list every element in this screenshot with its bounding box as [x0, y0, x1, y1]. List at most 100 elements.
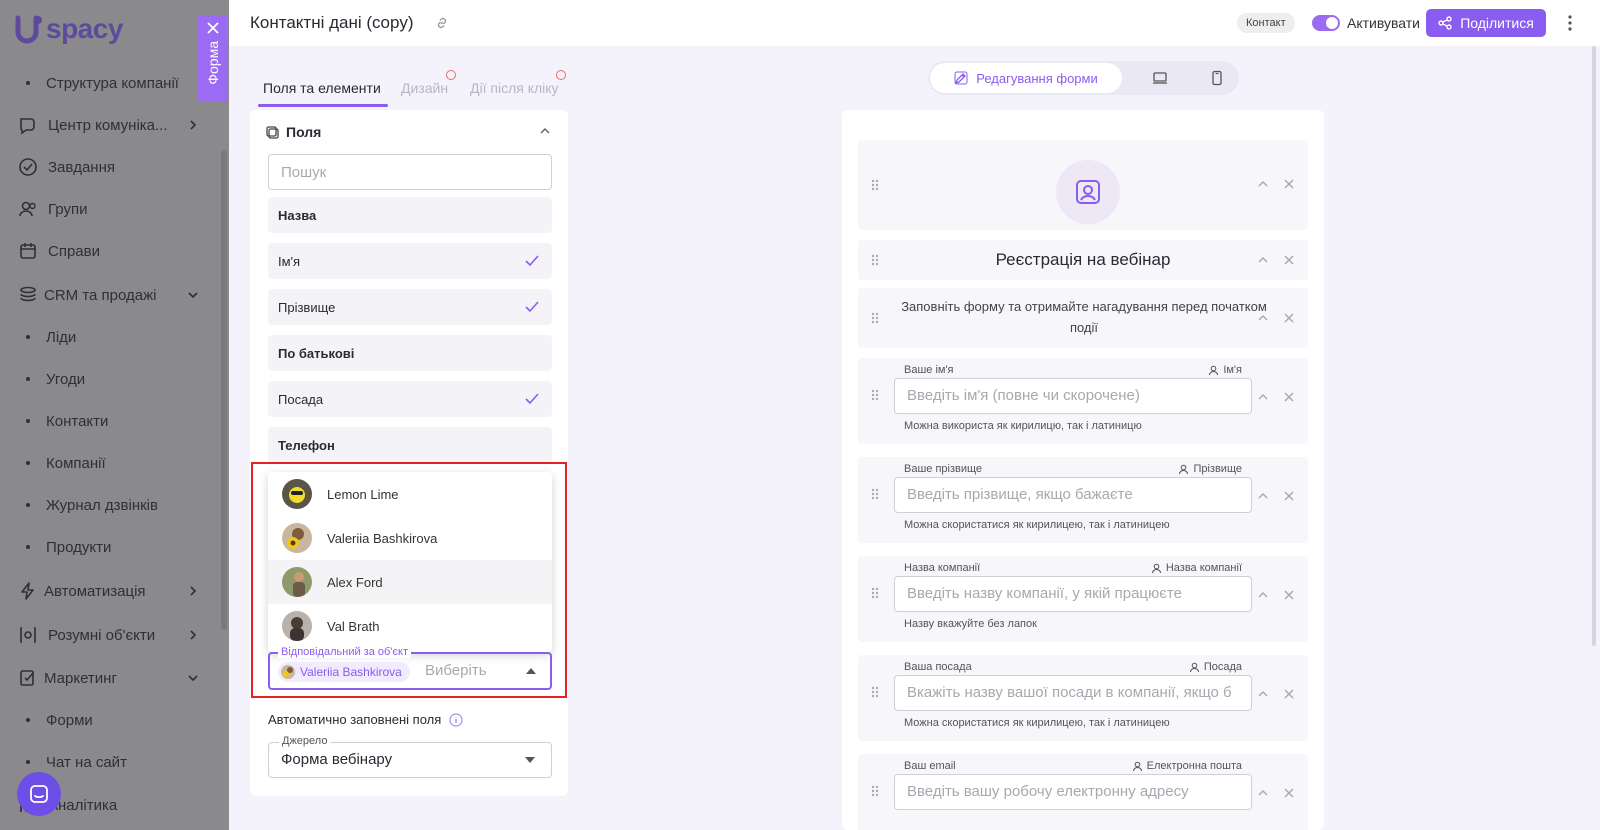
- close-icon[interactable]: [1282, 588, 1296, 602]
- activate-toggle[interactable]: [1312, 15, 1340, 31]
- selected-user-chip[interactable]: Valeriia Bashkirova: [278, 662, 410, 682]
- canvas-scrollbar[interactable]: [1592, 46, 1596, 646]
- dropdown-option-hovered[interactable]: Alex Ford: [268, 560, 552, 604]
- tab-fields-elements[interactable]: Поля та елементи: [263, 80, 381, 96]
- sidebar-item-companies[interactable]: Компанії: [0, 448, 229, 478]
- form-title: Реєстрація на вебінар: [995, 250, 1171, 269]
- dropdown-option[interactable]: Valeriia Bashkirova: [268, 516, 552, 560]
- drag-handle-icon[interactable]: [870, 388, 880, 402]
- close-icon[interactable]: [1282, 786, 1296, 800]
- field-input[interactable]: Введіть ім'я (повне чи скорочене): [894, 378, 1252, 414]
- tab-after-click-actions[interactable]: Дії після кліку: [470, 80, 559, 96]
- chat-bubble-button[interactable]: [17, 772, 61, 816]
- link-icon[interactable]: [434, 15, 450, 31]
- dropdown-option[interactable]: Lemon Lime: [268, 472, 552, 516]
- sidebar-item-crm[interactable]: CRM та продажі: [0, 280, 229, 310]
- close-icon[interactable]: [1282, 687, 1296, 701]
- drag-handle-icon[interactable]: [870, 311, 880, 325]
- chevron-up-icon[interactable]: [1256, 588, 1270, 602]
- top-bar: Контактні дані (copy) Контакт Активувати…: [229, 0, 1600, 46]
- sidebar-item-label: Журнал дзвінків: [46, 496, 158, 514]
- field-item-last-name[interactable]: Прізвище: [268, 289, 552, 325]
- drag-handle-icon[interactable]: [870, 784, 880, 798]
- field-item-phone[interactable]: Телефон: [268, 427, 552, 463]
- selected-user-label: Valeriia Bashkirova: [300, 665, 402, 679]
- chevron-up-icon[interactable]: [1256, 489, 1270, 503]
- form-block-avatar[interactable]: [858, 140, 1308, 230]
- sidebar-item-contacts[interactable]: Контакти: [0, 406, 229, 436]
- fields-search-input[interactable]: [268, 154, 552, 190]
- caret-up-icon[interactable]: [526, 668, 536, 674]
- desktop-icon[interactable]: [1152, 70, 1168, 86]
- sidebar-item-activities[interactable]: Справи: [0, 236, 229, 266]
- chat-bubble-icon: [30, 785, 48, 803]
- close-icon[interactable]: [1282, 311, 1296, 325]
- chevron-up-icon[interactable]: [1256, 390, 1270, 404]
- chevron-up-icon[interactable]: [1256, 253, 1270, 267]
- sidebar-item-forms[interactable]: Форми: [0, 705, 229, 735]
- close-icon[interactable]: [1282, 253, 1296, 267]
- source-select[interactable]: Джерело Форма вебінару: [268, 735, 552, 778]
- close-icon[interactable]: [206, 21, 220, 35]
- mobile-icon[interactable]: [1209, 70, 1225, 86]
- field-item-position[interactable]: Посада: [268, 381, 552, 417]
- drag-handle-icon[interactable]: [870, 178, 880, 192]
- block-controls: [1256, 390, 1296, 404]
- form-field-email[interactable]: Ваш email Електронна пошта Введіть вашу …: [858, 754, 1308, 830]
- field-input[interactable]: Введіть назву компанії, у якій працюєте: [894, 576, 1252, 612]
- form-field-last-name[interactable]: Ваше прізвище Прізвище Введіть прізвище,…: [858, 457, 1308, 543]
- sidebar-item-products[interactable]: Продукти: [0, 532, 229, 562]
- sidebar-item-communication[interactable]: Центр комуніка...: [0, 110, 229, 140]
- drag-handle-icon[interactable]: [870, 586, 880, 600]
- field-input[interactable]: Введіть вашу робочу електронну адресу: [894, 774, 1252, 810]
- bullet: [26, 419, 30, 423]
- field-item-patronymic[interactable]: По батькові: [268, 335, 552, 371]
- field-label: Назва: [278, 207, 317, 223]
- drag-handle-icon[interactable]: [870, 487, 880, 501]
- share-button[interactable]: Поділитися: [1426, 9, 1546, 37]
- sidebar-item-marketing[interactable]: Маркетинг: [0, 663, 229, 693]
- form-field-first-name[interactable]: Ваше ім'я Ім'я Введіть ім'я (повне чи ск…: [858, 358, 1308, 444]
- chevron-up-icon[interactable]: [1256, 687, 1270, 701]
- field-input[interactable]: Вкажіть назву вашої посади в компанії, я…: [894, 675, 1252, 711]
- field-mapping-label: Електронна пошта: [1146, 760, 1242, 772]
- responsible-select[interactable]: Відповідальний за об'єкт Valeriia Bashki…: [268, 646, 552, 690]
- close-icon[interactable]: [1282, 177, 1296, 191]
- field-input[interactable]: Введіть прізвище, якщо бажаєте: [894, 477, 1252, 513]
- sidebar-scrollbar[interactable]: [221, 150, 227, 630]
- info-icon[interactable]: [449, 712, 463, 727]
- field-item-first-name[interactable]: Ім'я: [268, 243, 552, 279]
- caret-down-icon[interactable]: [525, 757, 535, 763]
- chevron-up-icon[interactable]: [1256, 786, 1270, 800]
- sidebar-item-call-log[interactable]: Журнал дзвінків: [0, 490, 229, 520]
- responsible-placeholder: Виберіть: [425, 662, 487, 679]
- close-icon[interactable]: [1282, 390, 1296, 404]
- form-panel-tab[interactable]: Форма: [197, 15, 228, 102]
- chevron-up-icon[interactable]: [1256, 177, 1270, 191]
- avatar-image-icon: [289, 487, 305, 503]
- sidebar-item-label: Структура компанії: [46, 74, 179, 92]
- bullet: [26, 718, 30, 722]
- sidebar-item-groups[interactable]: Групи: [0, 194, 229, 224]
- sidebar-item-smart-objects[interactable]: Розумні об'єкти: [0, 620, 229, 650]
- sidebar-item-automation[interactable]: Автоматизація: [0, 576, 229, 606]
- close-icon[interactable]: [1282, 489, 1296, 503]
- form-field-position[interactable]: Ваша посада Посада Вкажіть назву вашої п…: [858, 655, 1308, 741]
- form-block-description[interactable]: Заповніть форму та отримайте нагадування…: [858, 288, 1308, 348]
- chevron-up-icon[interactable]: [1256, 311, 1270, 325]
- form-field-company[interactable]: Назва компанії Назва компанії Введіть на…: [858, 556, 1308, 642]
- field-item-name[interactable]: Назва: [268, 197, 552, 233]
- form-block-title[interactable]: Реєстрація на вебінар: [858, 240, 1308, 280]
- chevron-up-icon[interactable]: [538, 124, 552, 138]
- dropdown-option[interactable]: Val Brath: [268, 604, 552, 648]
- fields-section-header[interactable]: Поля: [266, 124, 321, 140]
- sidebar-item-company-structure[interactable]: Структура компанії: [0, 68, 229, 98]
- sidebar-item-deals[interactable]: Угоди: [0, 364, 229, 394]
- tab-design[interactable]: Дизайн: [401, 80, 448, 96]
- drag-handle-icon[interactable]: [870, 685, 880, 699]
- sidebar-item-tasks[interactable]: Завдання: [0, 152, 229, 182]
- more-options-icon[interactable]: [1567, 14, 1573, 32]
- tab-edit-form[interactable]: Редагування форми: [930, 63, 1122, 93]
- sidebar-item-leads[interactable]: Ліди: [0, 322, 229, 352]
- active-tab-indicator: [258, 104, 388, 107]
